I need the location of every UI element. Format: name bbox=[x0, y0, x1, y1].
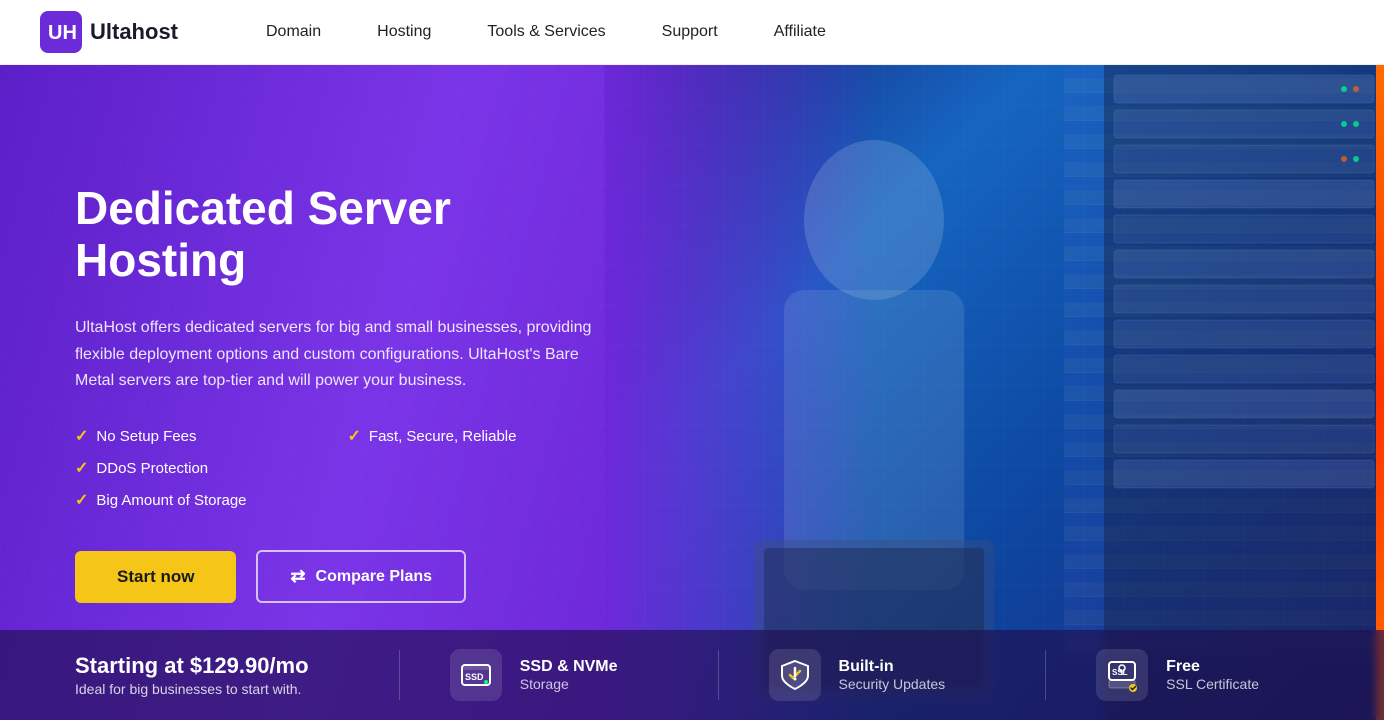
nav-link-support[interactable]: Support bbox=[634, 0, 746, 65]
person-silhouette bbox=[664, 100, 1084, 720]
check-icon-2: ✓ bbox=[348, 426, 361, 446]
bottom-divider-3 bbox=[1045, 650, 1046, 700]
security-title: Built-in bbox=[839, 658, 946, 676]
ssd-title: SSD & NVMe bbox=[520, 658, 618, 676]
logo-text: Ultahost bbox=[90, 19, 178, 45]
security-subtitle: Security Updates bbox=[839, 676, 946, 692]
navbar: UH Ultahost Domain Hosting Tools & Servi… bbox=[0, 0, 1384, 65]
nav-link-affiliate[interactable]: Affiliate bbox=[746, 0, 854, 65]
nav-link-tools[interactable]: Tools & Services bbox=[459, 0, 633, 65]
feature-label-3: DDoS Protection bbox=[96, 460, 208, 477]
bottom-feature-ssd: SSD SSD & NVMe Storage bbox=[450, 649, 618, 701]
compare-plans-label: Compare Plans bbox=[316, 568, 432, 586]
hero-image-overlay bbox=[604, 65, 1384, 720]
bottom-divider-2 bbox=[718, 650, 719, 700]
hero-content: Dedicated Server Hosting UltaHost offers… bbox=[0, 182, 620, 604]
bottom-feature-ssl: SSL Free SSL Certificate bbox=[1096, 649, 1259, 701]
bottom-feature-security: Built-in Security Updates bbox=[769, 649, 946, 701]
feature-item-1: ✓ No Setup Fees bbox=[75, 426, 348, 446]
start-now-button[interactable]: Start now bbox=[75, 551, 236, 603]
svg-text:UH: UH bbox=[48, 22, 77, 44]
shield-security-icon bbox=[778, 658, 812, 692]
nav-links: Domain Hosting Tools & Services Support … bbox=[238, 0, 854, 65]
ssl-subtitle: SSL Certificate bbox=[1166, 676, 1259, 692]
nav-item-domain[interactable]: Domain bbox=[238, 0, 349, 65]
ssl-icon-wrap: SSL bbox=[1096, 649, 1148, 701]
price-subtitle: Ideal for big businesses to start with. bbox=[75, 681, 349, 697]
nav-link-hosting[interactable]: Hosting bbox=[349, 0, 459, 65]
check-icon-3: ✓ bbox=[75, 458, 88, 478]
feature-label-1: No Setup Fees bbox=[96, 428, 196, 445]
hero-title: Dedicated Server Hosting bbox=[75, 182, 620, 288]
features-list: ✓ No Setup Fees ✓ Fast, Secure, Reliable… bbox=[75, 426, 620, 510]
nav-item-tools[interactable]: Tools & Services bbox=[459, 0, 633, 65]
price-main: Starting at $129.90/mo bbox=[75, 653, 349, 679]
ssd-icon-wrap: SSD bbox=[450, 649, 502, 701]
hero-section: Dedicated Server Hosting UltaHost offers… bbox=[0, 65, 1384, 720]
nav-link-domain[interactable]: Domain bbox=[238, 0, 349, 65]
right-accent bbox=[1376, 65, 1384, 720]
feature-item-2: ✓ Fast, Secure, Reliable bbox=[348, 426, 621, 446]
server-rack-right bbox=[1104, 65, 1384, 720]
security-feature-text: Built-in Security Updates bbox=[839, 658, 946, 692]
compare-icon: ⇄ bbox=[290, 566, 305, 587]
bottom-price-block: Starting at $129.90/mo Ideal for big bus… bbox=[75, 653, 349, 697]
ssl-feature-text: Free SSL Certificate bbox=[1166, 658, 1259, 692]
ssd-subtitle: Storage bbox=[520, 676, 618, 692]
check-icon-1: ✓ bbox=[75, 426, 88, 446]
nav-item-support[interactable]: Support bbox=[634, 0, 746, 65]
feature-item-3: ✓ DDoS Protection bbox=[75, 458, 348, 478]
ssd-feature-text: SSD & NVMe Storage bbox=[520, 658, 618, 692]
svg-text:SSD: SSD bbox=[465, 672, 484, 682]
feature-item-4: ✓ Big Amount of Storage bbox=[75, 490, 620, 510]
feature-label-4: Big Amount of Storage bbox=[96, 492, 246, 509]
logo-icon: UH bbox=[40, 11, 82, 53]
bottom-bar: Starting at $129.90/mo Ideal for big bus… bbox=[0, 630, 1384, 720]
check-icon-4: ✓ bbox=[75, 490, 88, 510]
bottom-divider-1 bbox=[399, 650, 400, 700]
ssd-icon: SSD bbox=[459, 658, 493, 692]
security-icon-wrap bbox=[769, 649, 821, 701]
nav-item-hosting[interactable]: Hosting bbox=[349, 0, 459, 65]
feature-label-2: Fast, Secure, Reliable bbox=[369, 428, 517, 445]
hero-buttons: Start now ⇄ Compare Plans bbox=[75, 550, 620, 603]
nav-item-affiliate[interactable]: Affiliate bbox=[746, 0, 854, 65]
logo[interactable]: UH Ultahost bbox=[40, 11, 178, 53]
compare-plans-button[interactable]: ⇄ Compare Plans bbox=[256, 550, 466, 603]
hero-description: UltaHost offers dedicated servers for bi… bbox=[75, 315, 615, 394]
ssl-title: Free bbox=[1166, 658, 1259, 676]
ssl-icon: SSL bbox=[1105, 658, 1139, 692]
